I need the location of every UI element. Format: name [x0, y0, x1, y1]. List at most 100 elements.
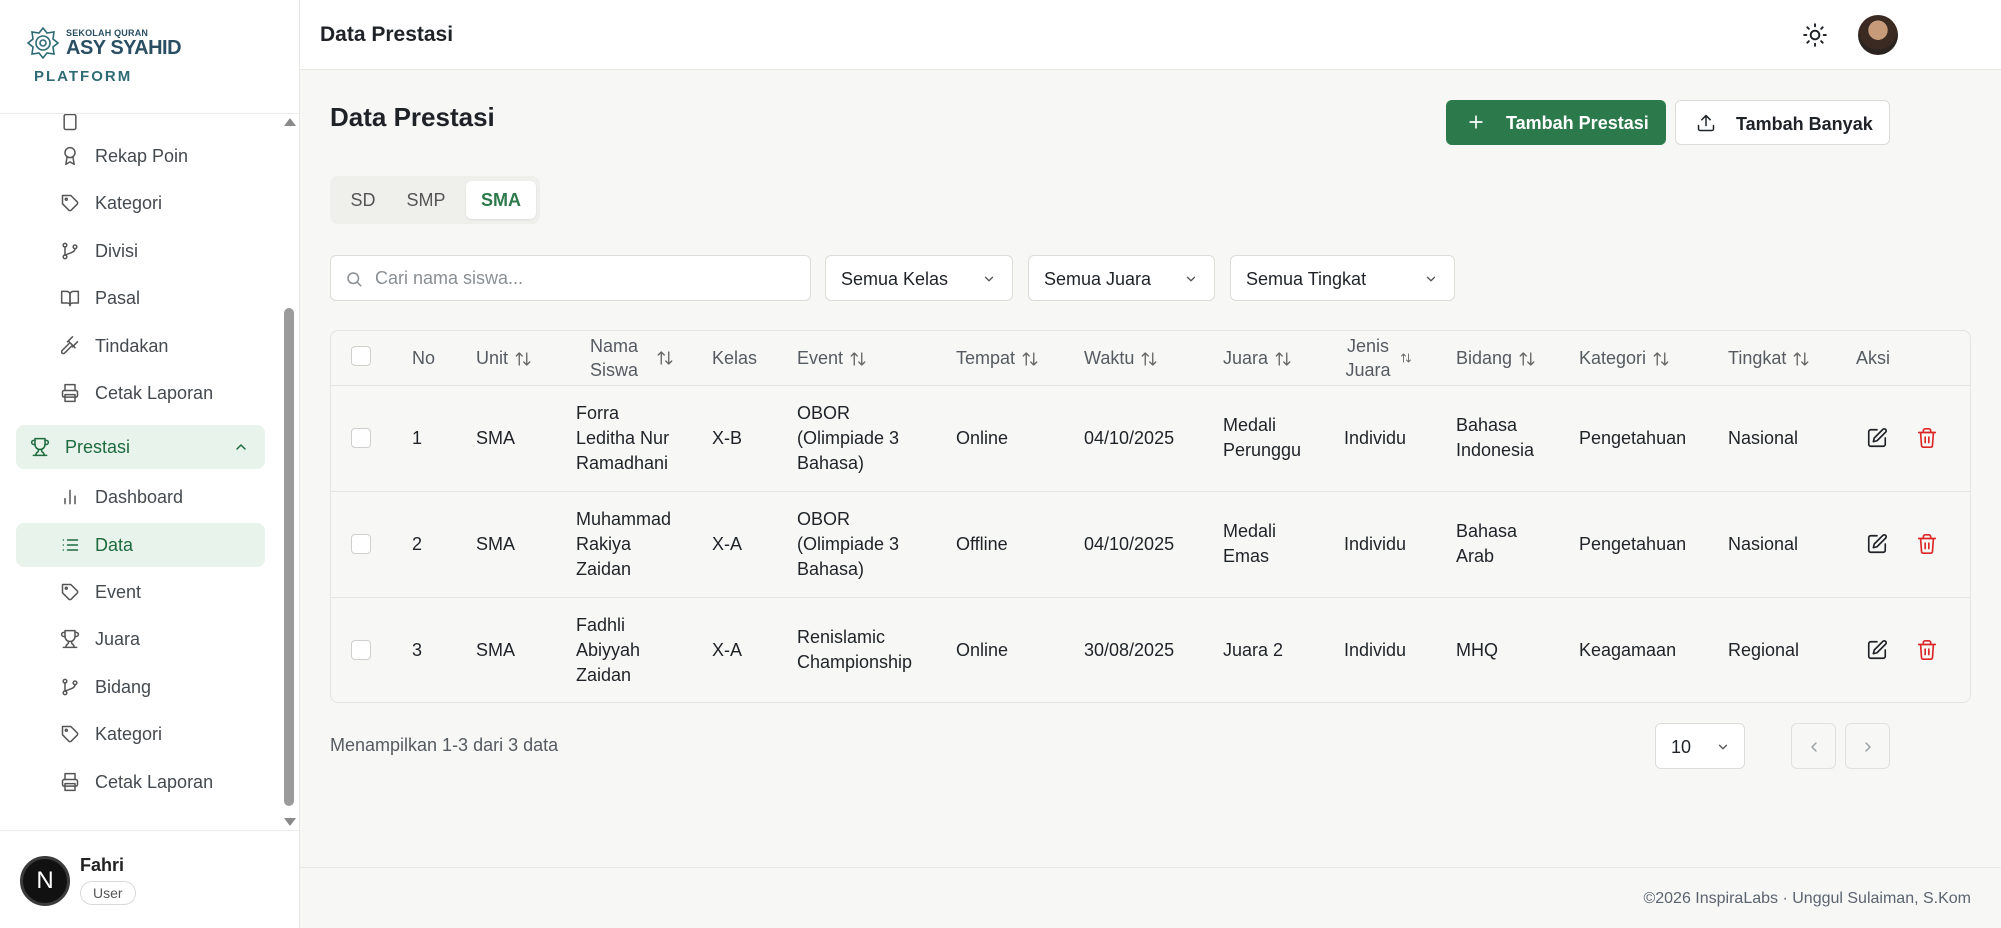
tab-sma[interactable]: SMA	[466, 181, 536, 219]
col-bidang[interactable]: Bidang	[1456, 348, 1536, 369]
git-branch-icon	[62, 678, 78, 696]
top-bar: Data Prestasi	[300, 0, 2001, 70]
sort-icon	[1793, 351, 1809, 366]
row-checkbox[interactable]	[351, 428, 371, 448]
main-content: Data Prestasi Tambah Prestasi Tambah Ban…	[300, 70, 2001, 867]
sidebar-item-label: Juara	[95, 628, 141, 649]
sidebar-item-label: Pasal	[95, 287, 141, 308]
trash-icon[interactable]	[1916, 427, 1938, 449]
trophy-icon	[60, 629, 80, 649]
juara-filter-value: Semua Juara	[1044, 269, 1152, 289]
chevron-up-icon	[236, 444, 246, 450]
trash-icon[interactable]	[1916, 533, 1938, 555]
col-tempat-label: Tempat	[956, 348, 1016, 368]
search-input[interactable]	[375, 266, 795, 290]
edit-icon[interactable]	[1866, 639, 1888, 661]
col-tingkat[interactable]: Tingkat	[1728, 348, 1810, 369]
cell-event: OBOR (Olimpiade 3 Bahasa)	[797, 401, 899, 476]
col-kategori[interactable]: Kategori	[1579, 348, 1670, 369]
edit-icon[interactable]	[1866, 533, 1888, 555]
search-icon	[347, 272, 362, 287]
cell-juara: Medali Emas	[1223, 519, 1276, 569]
user-avatar: N	[20, 856, 70, 906]
scroll-down-arrow-icon[interactable]	[284, 818, 296, 826]
cell-tempat: Online	[956, 428, 1009, 448]
tag-icon	[61, 725, 79, 743]
cell-unit: SMA	[476, 640, 516, 660]
logo[interactable]: SEKOLAH QURAN ASY SYAHID	[26, 26, 299, 60]
sidebar-item-data[interactable]: Data	[16, 523, 265, 567]
col-juara[interactable]: Juara	[1223, 348, 1292, 369]
next-page-button[interactable]	[1845, 723, 1890, 769]
cell-event-line: (Olimpiade 3	[797, 428, 900, 448]
sun-icon[interactable]	[1802, 22, 1828, 48]
user-profile[interactable]: N Fahri User	[0, 830, 299, 928]
sidebar-group-prestasi[interactable]: Prestasi	[16, 425, 265, 469]
col-event[interactable]: Event	[797, 348, 867, 369]
col-jenis-juara[interactable]: Jenis Juara	[1344, 334, 1414, 382]
cell-kelas: X-A	[712, 640, 743, 660]
row-checkbox[interactable]	[351, 640, 371, 660]
sidebar-item-pasal[interactable]: Pasal	[16, 276, 265, 320]
prev-page-button[interactable]	[1791, 723, 1836, 769]
sidebar-item-divisi[interactable]: Divisi	[16, 229, 265, 273]
header-avatar[interactable]	[1858, 15, 1898, 55]
page-size-value: 10	[1671, 737, 1692, 757]
cell-juara-line: Emas	[1223, 546, 1270, 566]
cell-tingkat: Nasional	[1728, 534, 1799, 554]
col-waktu[interactable]: Waktu	[1084, 348, 1158, 369]
edit-icon[interactable]	[1866, 427, 1888, 449]
cell-event-line: Renislamic	[797, 627, 886, 647]
sidebar-item-bidang[interactable]: Bidang	[16, 665, 265, 709]
col-nama-siswa[interactable]: Nama Siswa	[586, 334, 676, 382]
sidebar-item-kategori-prestasi[interactable]: Kategori	[16, 712, 265, 756]
sidebar-item-cetak-laporan-prestasi[interactable]: Cetak Laporan	[16, 760, 265, 804]
cell-nama-line: Muhammad	[576, 509, 672, 529]
tingkat-filter[interactable]: Semua Tingkat	[1230, 255, 1455, 301]
kelas-filter[interactable]: Semua Kelas	[825, 255, 1013, 301]
cell-juara-line: Medali	[1223, 415, 1277, 435]
select-all-checkbox[interactable]	[351, 346, 371, 366]
sidebar-item-rekap-poin[interactable]: Rekap Poin	[16, 134, 265, 178]
scroll-up-arrow-icon[interactable]	[284, 118, 296, 126]
sidebar-item-event[interactable]: Event	[16, 570, 265, 614]
table-row: 3 SMA Fadhli Abiyyah Zaidan X-A Renislam…	[331, 598, 1970, 702]
cell-kategori: Pengetahuan	[1579, 534, 1687, 554]
cell-jenis-juara: Individu	[1344, 640, 1407, 660]
sidebar-item-juara[interactable]: Juara	[16, 617, 265, 661]
sidebar-item-label: Tindakan	[95, 335, 169, 356]
tab-smp[interactable]: SMP	[392, 181, 460, 219]
cell-nama: Forra Leditha Nur Ramadhani	[576, 401, 669, 476]
cell-nama-line: Rakiya	[576, 534, 632, 554]
sidebar-item-label: Cetak Laporan	[95, 382, 214, 403]
page-size-select[interactable]: 10	[1655, 723, 1745, 769]
scroll-thumb[interactable]	[284, 308, 294, 806]
cell-juara-line: Medali	[1223, 521, 1277, 541]
trash-icon[interactable]	[1916, 639, 1938, 661]
book-open-icon	[60, 290, 80, 307]
logo-area: SEKOLAH QURAN ASY SYAHID PLATFORM	[0, 0, 299, 114]
juara-filter[interactable]: Semua Juara	[1028, 255, 1215, 301]
add-prestasi-label: Tambah Prestasi	[1506, 113, 1649, 133]
sidebar-item-cetak-laporan[interactable]: Cetak Laporan	[16, 371, 265, 415]
sidebar-item-kategori[interactable]: Kategori	[16, 181, 265, 225]
col-tempat[interactable]: Tempat	[956, 348, 1039, 369]
tab-sd[interactable]: SD	[338, 181, 388, 219]
cell-tempat: Online	[956, 640, 1009, 660]
add-prestasi-button[interactable]: Tambah Prestasi	[1446, 100, 1666, 145]
row-checkbox[interactable]	[351, 534, 371, 554]
cell-nama-line: Fadhli	[576, 615, 626, 635]
col-unit[interactable]: Unit	[476, 348, 532, 369]
sidebar-scrollbar[interactable]	[282, 114, 296, 830]
col-nama-label: Nama Siswa	[589, 336, 638, 380]
sidebar-item-dashboard[interactable]: Dashboard	[16, 475, 265, 519]
cell-tempat: Offline	[956, 534, 1008, 554]
sidebar-item-tindakan[interactable]: Tindakan	[16, 324, 265, 368]
cell-no: 1	[412, 428, 423, 448]
bulk-add-label: Tambah Banyak	[1736, 114, 1873, 134]
cell-jenis-juara: Individu	[1344, 534, 1407, 554]
cell-event-line: OBOR	[797, 509, 851, 529]
cell-waktu: 30/08/2025	[1084, 640, 1175, 660]
bulk-add-button[interactable]: Tambah Banyak	[1675, 100, 1890, 145]
cell-nama-line: Abiyyah	[576, 640, 641, 660]
